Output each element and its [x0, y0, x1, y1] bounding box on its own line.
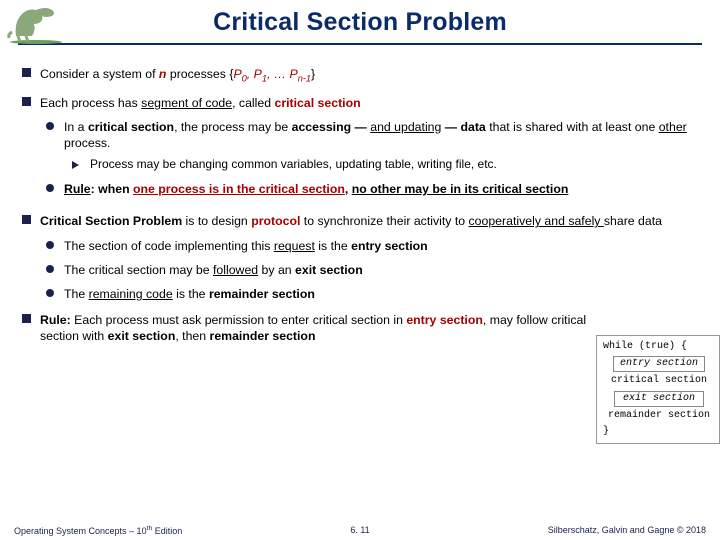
text: , the process may be [174, 120, 292, 134]
bullet-process-changing: Process may be changing common variables… [64, 157, 698, 173]
text: critical section [88, 120, 174, 134]
text: In a [64, 120, 88, 134]
text: processes { [166, 67, 233, 81]
code-critical: critical section [603, 373, 715, 390]
text: : when [91, 182, 133, 196]
text: other [659, 120, 687, 134]
text: Rule [64, 182, 91, 196]
text: Each process must ask permission to ente… [74, 313, 406, 327]
bullet-consider: Consider a system of n processes {P0, P1… [22, 66, 698, 85]
text: followed [213, 263, 258, 277]
text: is the [315, 239, 351, 253]
text: accessing — [292, 120, 371, 134]
footer-left: Operating System Concepts – 10th Edition [14, 525, 182, 536]
text: to synchronize their activity to [300, 214, 468, 228]
text: protocol [251, 214, 300, 228]
text: Rule: [40, 313, 74, 327]
footer-right: Silberschatz, Galvin and Gagne © 2018 [548, 525, 706, 536]
text: P [233, 67, 241, 81]
text: entry section [406, 313, 483, 327]
text: , … [267, 67, 290, 81]
code-line: while (true) { [603, 340, 715, 355]
text: The critical section may be [64, 263, 213, 277]
slide-content: Consider a system of n processes {P0, P1… [0, 60, 720, 345]
text: Operating System Concepts – 10 [14, 526, 147, 536]
text: , [247, 67, 254, 81]
text: request [274, 239, 315, 253]
bullet-csp-design: Critical Section Problem is to design pr… [22, 213, 698, 302]
bullet-each-process: Each process has segment of code, called… [22, 95, 698, 198]
bullet-remainder-section: The remaining code is the remainder sect… [40, 286, 698, 302]
bullet-entry-section: The section of code implementing this re… [40, 238, 698, 254]
text: is the [173, 287, 209, 301]
text: exit section [295, 263, 363, 277]
text: The section of code implementing this [64, 239, 274, 253]
code-remainder: remainder section [603, 408, 715, 425]
text: Critical Section Problem [40, 214, 182, 228]
footer: Operating System Concepts – 10th Edition… [0, 525, 720, 536]
text: segment of code [141, 96, 232, 110]
text: process. [64, 136, 110, 150]
text: , [345, 182, 352, 196]
text: share data [604, 214, 662, 228]
text: n-1 [298, 73, 311, 83]
text: , called [232, 96, 274, 110]
text: no other may be in its critical section [352, 182, 569, 196]
bullet-rule-one: Rule: when one process is in the critica… [40, 181, 698, 197]
text: } [311, 67, 315, 81]
text: , then [175, 329, 209, 343]
bullet-exit-section: The critical section may be followed by … [40, 262, 698, 278]
text: exit section [108, 329, 176, 343]
header: Critical Section Problem [0, 0, 720, 60]
text: entry section [351, 239, 428, 253]
text: remainder section [210, 329, 316, 343]
text: P [290, 67, 298, 81]
bullet-in-critical: In a critical section, the process may b… [40, 119, 698, 173]
text: is to design [182, 214, 251, 228]
text: — data [441, 120, 485, 134]
code-exit: exit section [614, 391, 704, 408]
text: Edition [152, 526, 182, 536]
text: P [254, 67, 262, 81]
text: by an [258, 263, 295, 277]
text: cooperatively and safely [469, 214, 604, 228]
dinosaur-logo [6, 2, 66, 44]
text: critical section [274, 96, 360, 110]
code-entry: entry section [613, 356, 705, 373]
slide-title: Critical Section Problem [0, 0, 720, 37]
code-line: } [603, 425, 715, 440]
text: remaining code [89, 287, 173, 301]
text: that is shared with at least one [486, 120, 659, 134]
title-rule [18, 43, 702, 45]
code-structure-box: while (true) { entry section critical se… [596, 335, 720, 444]
text: and updating [370, 120, 441, 134]
text: Each process has [40, 96, 141, 110]
text: The [64, 287, 89, 301]
text: Consider a system of [40, 67, 159, 81]
text: remainder section [209, 287, 315, 301]
text: one process is in the critical section [133, 182, 345, 196]
footer-page: 6. 11 [350, 525, 369, 535]
